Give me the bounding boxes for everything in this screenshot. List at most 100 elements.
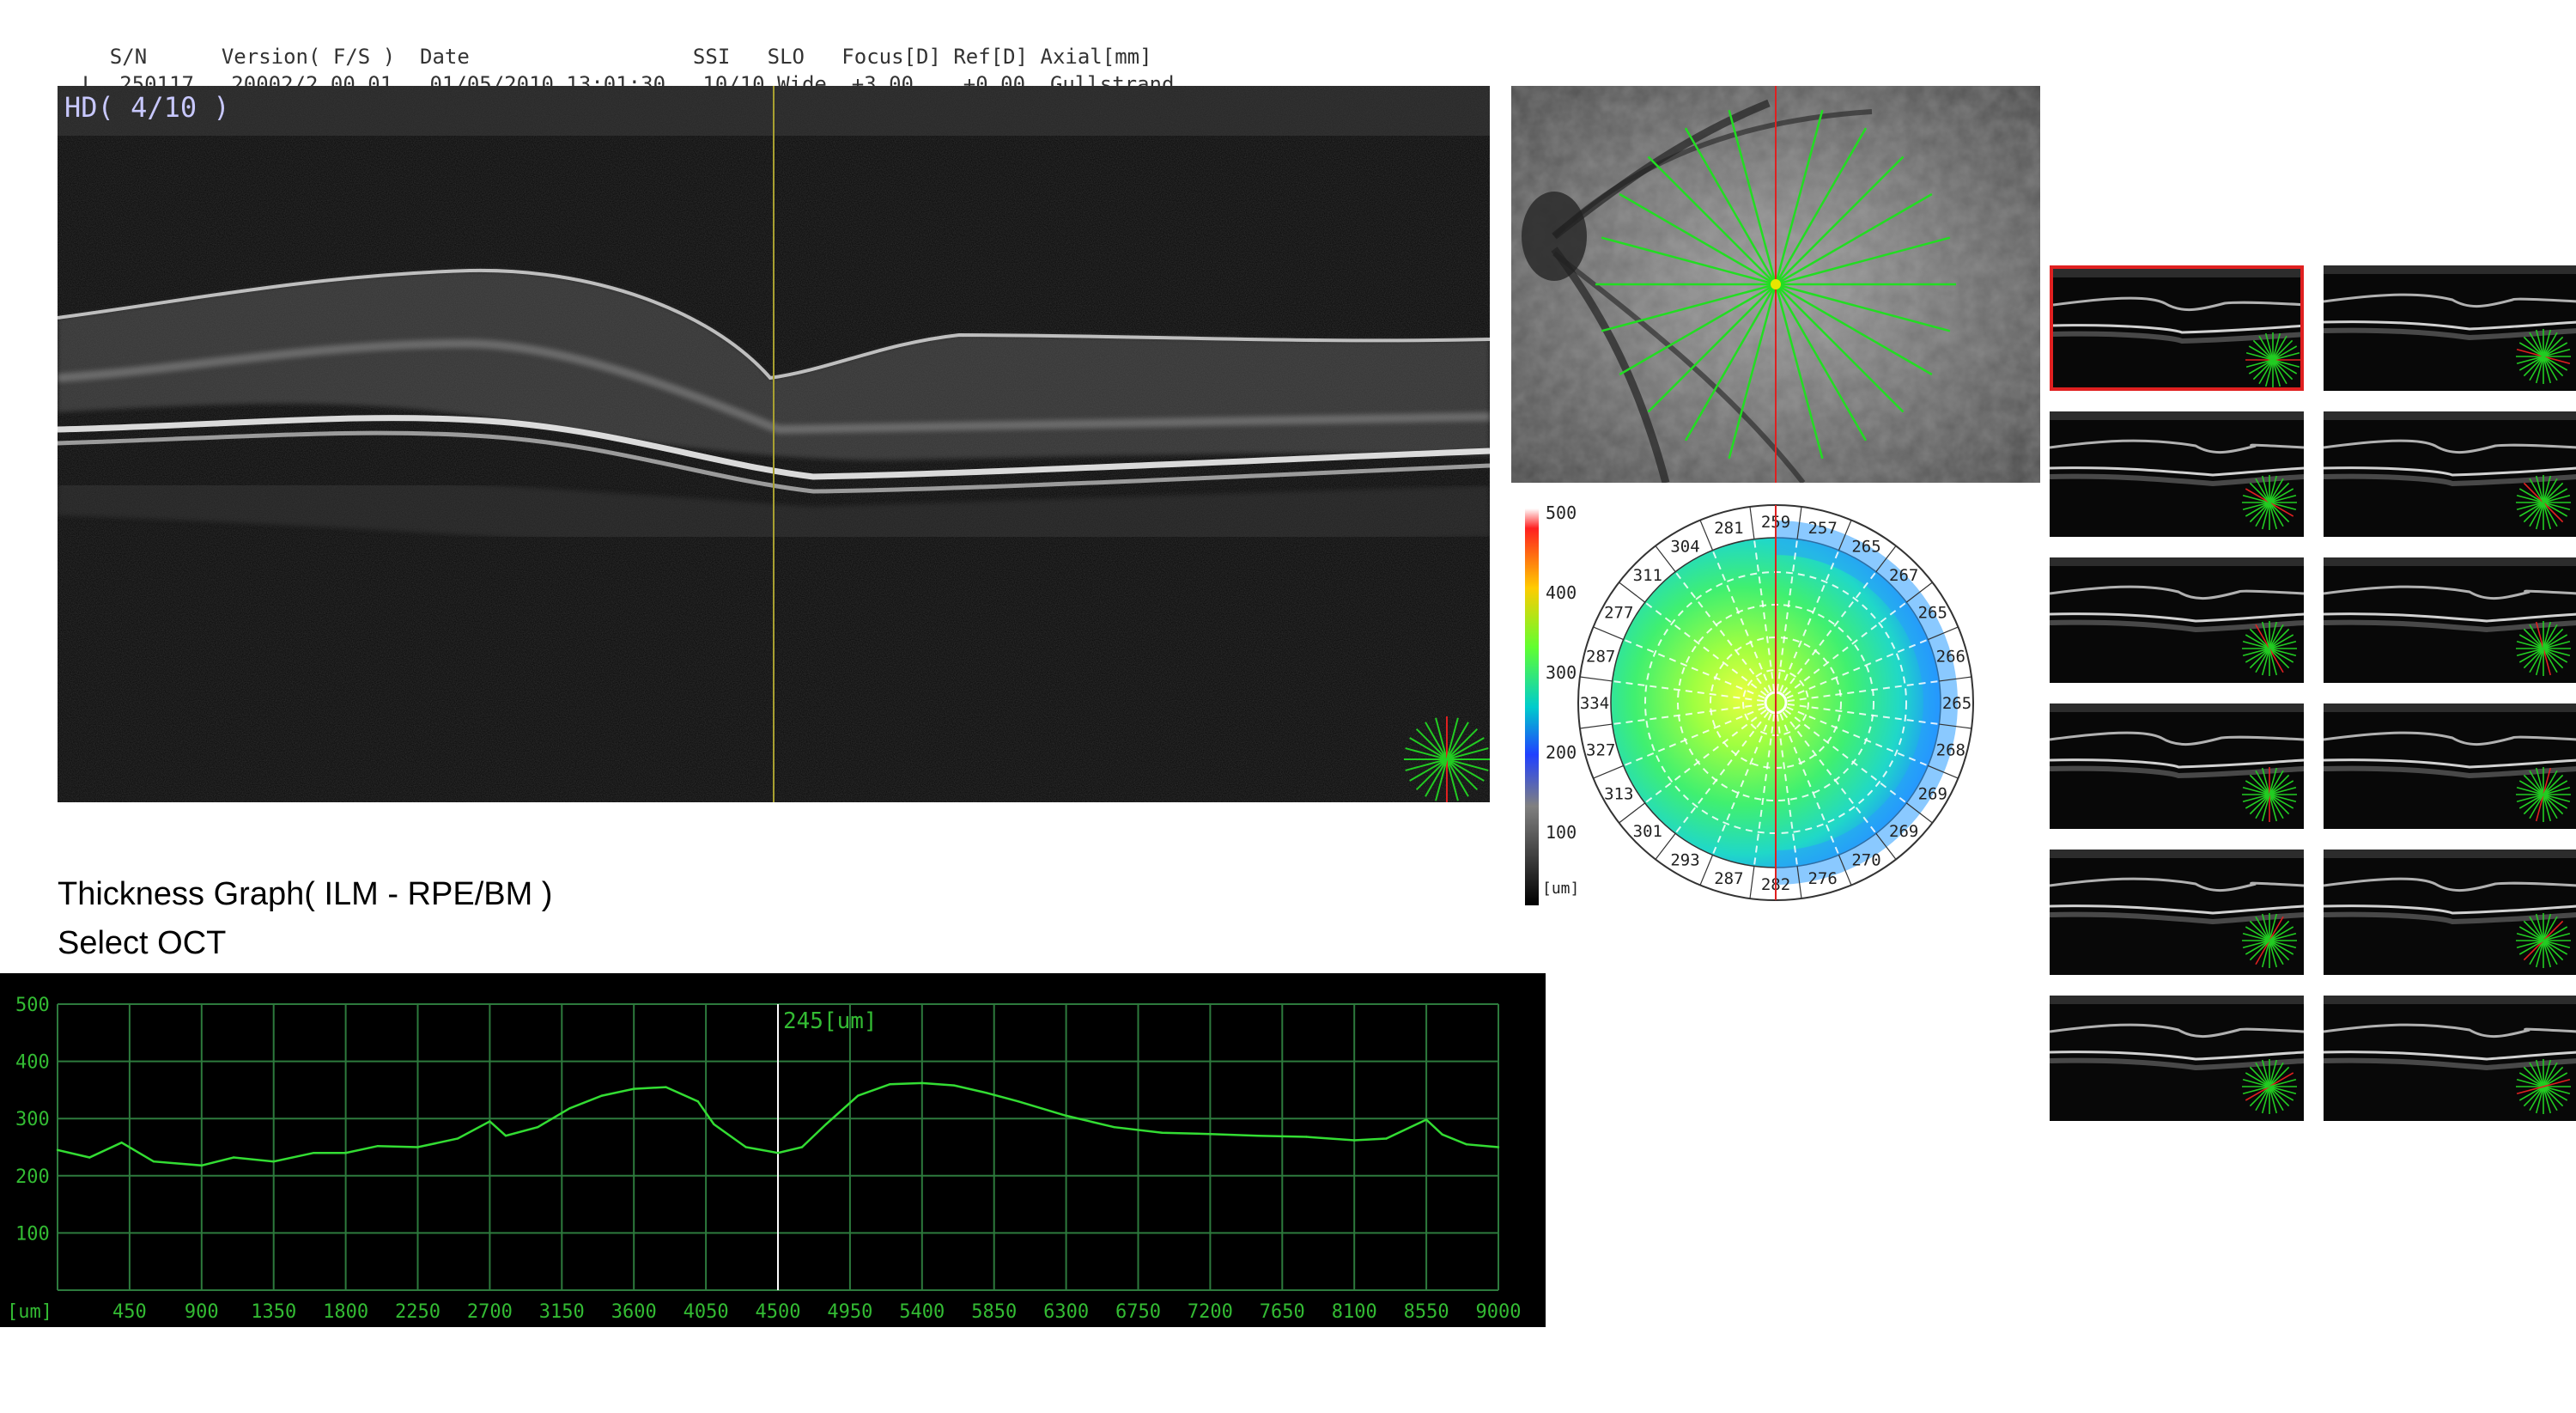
ring-value: 269	[1889, 822, 1918, 841]
data-point	[713, 1123, 715, 1126]
oct-thumbnail[interactable]	[2050, 411, 2304, 537]
data-point	[152, 1160, 155, 1163]
data-point	[1257, 1134, 1260, 1137]
data-point	[88, 1156, 91, 1159]
scale-tick: 400	[1546, 582, 1577, 603]
thumbnail-bscan	[2050, 557, 2304, 683]
data-point	[504, 1134, 507, 1137]
data-point	[1305, 1136, 1308, 1138]
oct-thumbnail[interactable]	[2324, 703, 2576, 829]
data-point	[1017, 1100, 1019, 1103]
oct-thumbnail[interactable]	[2324, 411, 2576, 537]
scale-tick: 200	[1546, 742, 1577, 763]
scan-pattern-indicator-icon	[2242, 767, 2297, 822]
x-tick-label: 4500	[756, 1301, 801, 1323]
thickness-polar-map[interactable]: 500 400 300 200 100 [um] 259 257 265 267 265…	[1511, 498, 1992, 911]
data-point	[272, 1160, 275, 1163]
scan-pattern-indicator-icon	[2242, 913, 2297, 968]
ring-value: 266	[1936, 647, 1965, 666]
x-tick-label: 2700	[467, 1301, 513, 1323]
data-point	[537, 1125, 539, 1129]
oct-bscan-image	[58, 86, 1490, 802]
y-tick-label: 100	[15, 1223, 50, 1245]
x-tick-label: 4950	[827, 1301, 872, 1323]
x-tick-label: 7650	[1260, 1301, 1305, 1323]
ring-value: 287	[1586, 647, 1615, 666]
oct-thumbnail[interactable]	[2050, 850, 2304, 975]
thumbnail-bscan	[2050, 996, 2304, 1121]
oct-thumbnail[interactable]	[2324, 557, 2576, 683]
data-point	[1465, 1142, 1467, 1146]
data-point	[776, 1151, 780, 1154]
color-scale-bar	[1525, 509, 1539, 905]
scan-pattern-indicator-icon	[2516, 329, 2571, 384]
x-tick-label: 7200	[1188, 1301, 1233, 1323]
data-point	[232, 1156, 235, 1159]
x-tick-label: 4050	[683, 1301, 729, 1323]
x-tick-label: 5850	[971, 1301, 1017, 1323]
oct-thumbnail[interactable]	[2050, 557, 2304, 683]
thumbnail-bscan	[2050, 703, 2304, 829]
scan-pattern-indicator-icon	[2242, 475, 2297, 530]
ring-value: 287	[1714, 869, 1743, 888]
oct-thumbnail[interactable]	[2050, 703, 2304, 829]
ring-value: 267	[1889, 566, 1918, 585]
x-tick-label: 3150	[539, 1301, 585, 1323]
x-tick-label: 6750	[1115, 1301, 1161, 1323]
x-tick-label: 6300	[1043, 1301, 1089, 1323]
data-point	[857, 1094, 860, 1097]
y-tick-label: 300	[15, 1109, 50, 1130]
scan-pattern-indicator-icon	[2516, 475, 2571, 530]
thumbnail-bscan	[2050, 850, 2304, 975]
thickness-graph[interactable]: 500 400 300 200 100 450 900 1350 1800 2250 2700 315…	[0, 973, 1546, 1327]
x-tick-label: 8100	[1332, 1301, 1377, 1323]
data-point	[56, 1148, 59, 1152]
scan-pattern-indicator-icon	[2242, 1059, 2297, 1114]
ring-value: 281	[1714, 519, 1743, 538]
ring-value: 277	[1604, 604, 1633, 623]
scale-tick: 500	[1546, 502, 1577, 523]
data-point	[1065, 1114, 1067, 1118]
ring-value: 269	[1918, 785, 1947, 804]
x-axis-unit: [um]	[7, 1301, 52, 1323]
data-point	[1113, 1125, 1115, 1129]
oct-thumbnail[interactable]	[2324, 265, 2576, 391]
y-tick-label: 200	[15, 1166, 50, 1188]
y-tick-label: 400	[15, 1052, 50, 1074]
x-tick-label: 900	[185, 1301, 219, 1323]
data-point	[889, 1083, 891, 1086]
data-point	[1497, 1146, 1500, 1148]
data-point	[824, 1123, 828, 1126]
data-point	[344, 1151, 347, 1154]
fundus-svg	[1511, 86, 2040, 483]
slo-fundus-image[interactable]	[1511, 86, 2040, 483]
thumbnail-bscan	[2324, 850, 2576, 975]
scale-tick: 100	[1546, 822, 1577, 843]
ring-value: 270	[1851, 851, 1880, 870]
fovea-center-marker	[1771, 279, 1781, 289]
scan-pattern-indicator-icon	[2245, 332, 2300, 387]
oct-bscan-view[interactable]: HD( 4/10 )	[58, 86, 1490, 802]
thumbnail-bscan	[2324, 265, 2576, 391]
select-oct-label: Select OCT	[58, 925, 227, 961]
x-tick-label: 1800	[323, 1301, 368, 1323]
scan-label: HD( 4/10 )	[64, 91, 230, 124]
ring-value: 311	[1633, 566, 1662, 585]
oct-thumbnail[interactable]	[2324, 996, 2576, 1121]
data-point	[800, 1146, 804, 1148]
oct-thumbnail[interactable]	[2050, 996, 2304, 1121]
thumbnail-bscan	[2324, 703, 2576, 829]
data-point	[665, 1086, 667, 1088]
ring-value: 334	[1580, 694, 1609, 713]
data-point	[985, 1092, 987, 1094]
thickness-graph-title: Thickness Graph( ILM - RPE/BM )	[58, 876, 553, 912]
data-point	[489, 1120, 491, 1123]
data-point	[600, 1094, 604, 1097]
ring-value: 268	[1936, 741, 1965, 760]
x-tick-label: 450	[112, 1301, 147, 1323]
data-point	[313, 1151, 315, 1154]
oct-thumbnail[interactable]	[2050, 265, 2304, 391]
scale-unit: [um]	[1542, 880, 1579, 898]
ring-value: 265	[1851, 537, 1880, 556]
oct-thumbnail[interactable]	[2324, 850, 2576, 975]
